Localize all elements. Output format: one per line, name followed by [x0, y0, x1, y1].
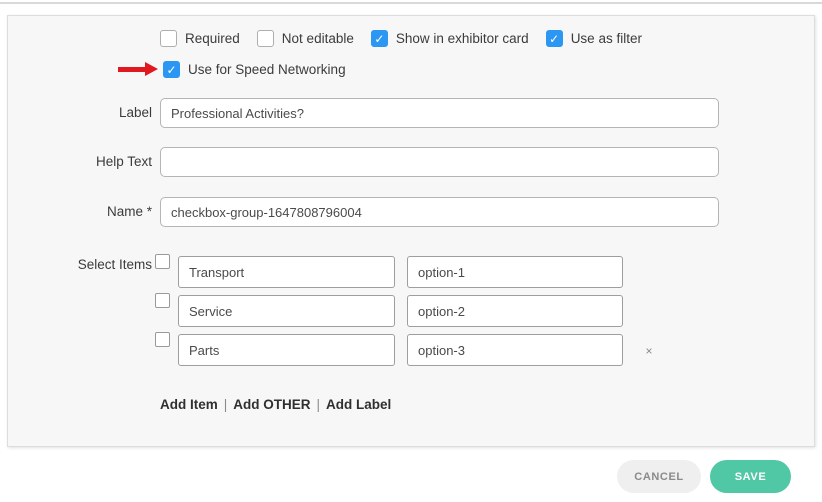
required-checkbox[interactable]: ✓	[160, 30, 177, 47]
use-as-filter-checkbox[interactable]: ✓	[546, 30, 563, 47]
add-links-row: Add Item|Add OTHER|Add Label	[160, 397, 391, 412]
check-icon: ✓	[166, 64, 176, 76]
link-separator: |	[311, 397, 327, 412]
select-item-checkbox[interactable]: ✓	[155, 293, 170, 308]
check-icon: ✓	[549, 33, 559, 45]
use-for-speed-networking-checkbox[interactable]: ✓	[163, 61, 180, 78]
label-input[interactable]	[160, 98, 719, 128]
save-button[interactable]: SAVE	[710, 460, 791, 493]
select-item-name-input[interactable]	[178, 256, 395, 288]
select-item-name-input[interactable]	[178, 334, 395, 366]
required-label: Required	[185, 31, 240, 46]
use-for-speed-networking-label: Use for Speed Networking	[188, 62, 346, 77]
name-input[interactable]	[160, 197, 719, 227]
option-required: ✓ Required	[160, 30, 244, 47]
show-in-exhibitor-card-label: Show in exhibitor card	[396, 31, 529, 46]
name-field-label: Name *	[0, 197, 152, 227]
add-item-link[interactable]: Add Item	[160, 397, 218, 412]
help-text-input[interactable]	[160, 147, 719, 177]
red-arrow-icon	[118, 67, 146, 72]
select-item-checkbox[interactable]: ✓	[155, 332, 170, 347]
select-item-value-input[interactable]	[407, 295, 623, 327]
help-text-field-label: Help Text	[0, 147, 152, 177]
cancel-button[interactable]: CANCEL	[617, 460, 701, 493]
add-other-link[interactable]: Add OTHER	[233, 397, 310, 412]
not-editable-checkbox[interactable]: ✓	[257, 30, 274, 47]
select-item-checkbox[interactable]: ✓	[155, 254, 170, 269]
select-item-value-input[interactable]	[407, 334, 623, 366]
field-settings-card	[7, 15, 815, 447]
top-divider	[0, 2, 822, 4]
label-field-label: Label	[0, 98, 152, 128]
use-as-filter-label: Use as filter	[571, 31, 642, 46]
select-item-value-input[interactable]	[407, 256, 623, 288]
not-editable-label: Not editable	[282, 31, 354, 46]
check-icon: ✓	[374, 33, 384, 45]
option-show-in-exhibitor-card: ✓ Show in exhibitor card	[371, 30, 533, 47]
remove-item-icon[interactable]: ×	[642, 344, 656, 358]
field-settings-page: ✓ Required ✓ Not editable ✓ Show in exhi…	[0, 0, 822, 502]
show-in-exhibitor-card-checkbox[interactable]: ✓	[371, 30, 388, 47]
option-use-for-speed-networking: ✓ Use for Speed Networking	[163, 61, 350, 78]
select-items-label: Select Items	[0, 257, 152, 272]
option-not-editable: ✓ Not editable	[257, 30, 358, 47]
field-options-row: ✓ Required ✓ Not editable ✓ Show in exhi…	[160, 30, 659, 47]
add-label-link[interactable]: Add Label	[326, 397, 391, 412]
red-arrow-icon	[145, 62, 158, 76]
link-separator: |	[218, 397, 234, 412]
option-use-as-filter: ✓ Use as filter	[546, 30, 646, 47]
select-item-name-input[interactable]	[178, 295, 395, 327]
